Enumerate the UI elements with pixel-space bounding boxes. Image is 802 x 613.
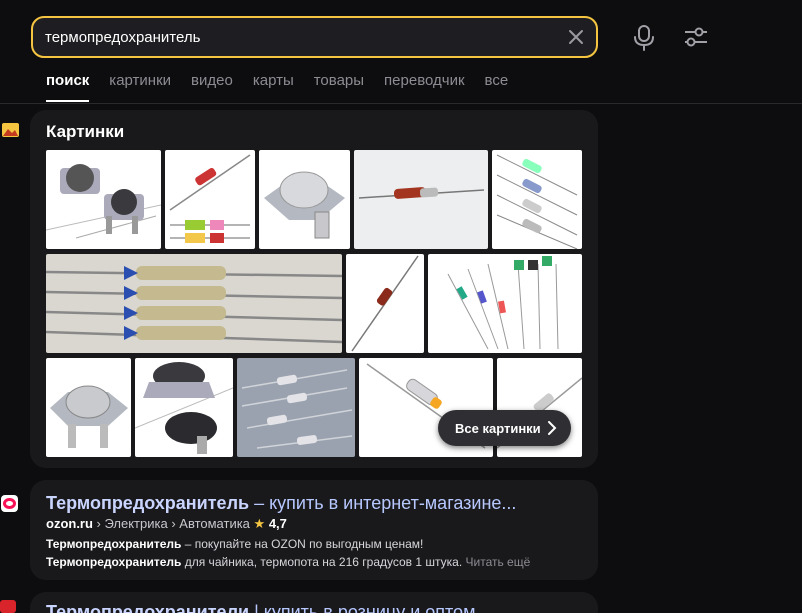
tab-products[interactable]: товары xyxy=(314,72,364,102)
result-breadcrumb: ozon.ru › Электрика › Автоматика ★ 4,7 xyxy=(46,516,287,531)
image-thumbnail[interactable] xyxy=(135,358,233,457)
tab-images[interactable]: картинки xyxy=(109,72,171,102)
read-more-link[interactable]: Читать ещё xyxy=(462,555,531,569)
search-result: Термопредохранитель – купить в интернет-… xyxy=(30,480,598,580)
image-thumbnail[interactable] xyxy=(46,254,342,353)
tab-translator[interactable]: переводчик xyxy=(384,72,464,102)
image-thumbnail[interactable] xyxy=(237,358,355,457)
image-thumbnail[interactable] xyxy=(165,150,255,249)
site-favicon xyxy=(0,600,16,613)
image-thumbnail[interactable] xyxy=(492,150,582,249)
search-result: Термопредохранители | купить в розницу и… xyxy=(30,592,598,613)
tab-maps[interactable]: карты xyxy=(253,72,294,102)
search-results-page: поиск картинки видео карты товары перево… xyxy=(0,0,802,613)
tab-search[interactable]: поиск xyxy=(46,72,90,102)
result-snippet-line: Термопредохранитель для чайника, термопо… xyxy=(46,555,531,569)
breadcrumb-automation[interactable]: Автоматика xyxy=(179,516,250,531)
settings-sliders-icon[interactable] xyxy=(683,26,709,48)
search-tabs: поиск картинки видео карты товары перево… xyxy=(46,72,508,104)
rating-value: 4,7 xyxy=(268,516,287,531)
chevron-right-icon xyxy=(548,421,557,435)
search-input[interactable] xyxy=(45,18,555,56)
search-box[interactable] xyxy=(31,16,598,58)
image-thumbnail[interactable] xyxy=(46,358,131,457)
ozon-favicon xyxy=(1,495,18,512)
images-favicon xyxy=(2,123,19,137)
clear-icon[interactable] xyxy=(566,27,586,47)
image-thumbnail[interactable] xyxy=(428,254,582,353)
star-icon: ★ xyxy=(249,516,269,531)
image-thumbnail[interactable] xyxy=(46,150,161,249)
result-snippet-line: Термопредохранитель – покупайте на OZON … xyxy=(46,537,424,551)
all-images-label: Все картинки xyxy=(455,420,541,436)
image-thumbnail[interactable] xyxy=(259,150,350,249)
all-images-button[interactable]: Все картинки xyxy=(438,410,571,446)
images-block-title[interactable]: Картинки xyxy=(46,122,124,142)
image-thumbnail[interactable] xyxy=(346,254,424,353)
result-title-link[interactable]: Термопредохранитель – купить в интернет-… xyxy=(46,493,516,514)
microphone-icon[interactable] xyxy=(632,24,656,52)
result-host-link[interactable]: ozon.ru xyxy=(46,516,93,531)
tab-video[interactable]: видео xyxy=(191,72,233,102)
result-title-link[interactable]: Термопредохранители | купить в розницу и… xyxy=(46,602,475,613)
tab-all[interactable]: все xyxy=(485,72,509,102)
breadcrumb-electric[interactable]: Электрика xyxy=(105,516,168,531)
header-divider xyxy=(0,103,802,104)
image-thumbnail[interactable] xyxy=(354,150,488,249)
